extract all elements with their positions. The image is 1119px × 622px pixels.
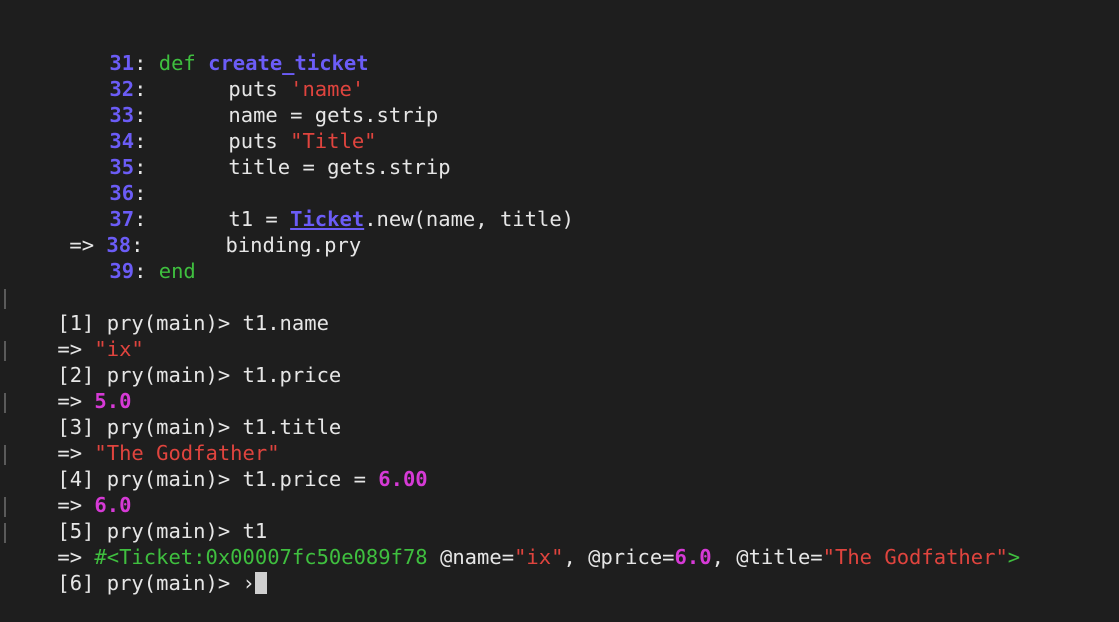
line-number: 39	[109, 259, 135, 283]
prompt-marker	[4, 523, 6, 543]
code-line-36: 36:	[109, 181, 147, 205]
prompt-marker	[4, 341, 6, 361]
pry-output-4: => 6.0	[57, 493, 132, 517]
pry-output-3: => "The Godfather"	[57, 441, 280, 465]
code-line-34: 34: puts "Title"	[109, 129, 377, 153]
prompt-marker	[4, 445, 6, 465]
prompt-marker	[4, 393, 6, 413]
terminal-window[interactable]: 31: def create_ticket 32: puts 'name' 33:…	[0, 0, 1119, 595]
text-cursor[interactable]	[254, 572, 267, 594]
pry-input-3: [3] pry(main)> t1.title	[57, 415, 342, 439]
code-line-37: 37: t1 = Ticket.new(name, title)	[109, 207, 575, 231]
pry-input-2: [2] pry(main)> t1.price	[57, 363, 342, 387]
prompt-marker	[4, 497, 6, 517]
pry-input-4: [4] pry(main)> t1.price = 6.00	[57, 467, 428, 491]
pry-input-1: [1] pry(main)> t1.name	[57, 311, 329, 335]
code-line-31: 31: def create_ticket	[109, 51, 369, 75]
code-line-38-current: => 38: binding.pry	[69, 233, 362, 257]
code-line-32: 32: puts 'name'	[109, 77, 365, 101]
pry-output-1: => "ix"	[57, 337, 144, 361]
code-line-33: 33: name = gets.strip	[109, 103, 439, 127]
pry-output-5: => #<Ticket:0x00007fc50e089f78 @name="ix…	[57, 545, 1021, 569]
code-line-35: 35: title = gets.strip	[109, 155, 451, 179]
pry-input-5: [5] pry(main)> t1	[57, 519, 268, 543]
code-line-39: 39: end	[109, 259, 196, 283]
pry-input-6[interactable]: [6] pry(main)> ›	[8, 544, 267, 595]
keyword-end: end	[158, 259, 196, 283]
input-caret: ›	[242, 571, 255, 595]
pry-output-2: => 5.0	[57, 389, 132, 413]
prompt-marker	[4, 289, 6, 309]
